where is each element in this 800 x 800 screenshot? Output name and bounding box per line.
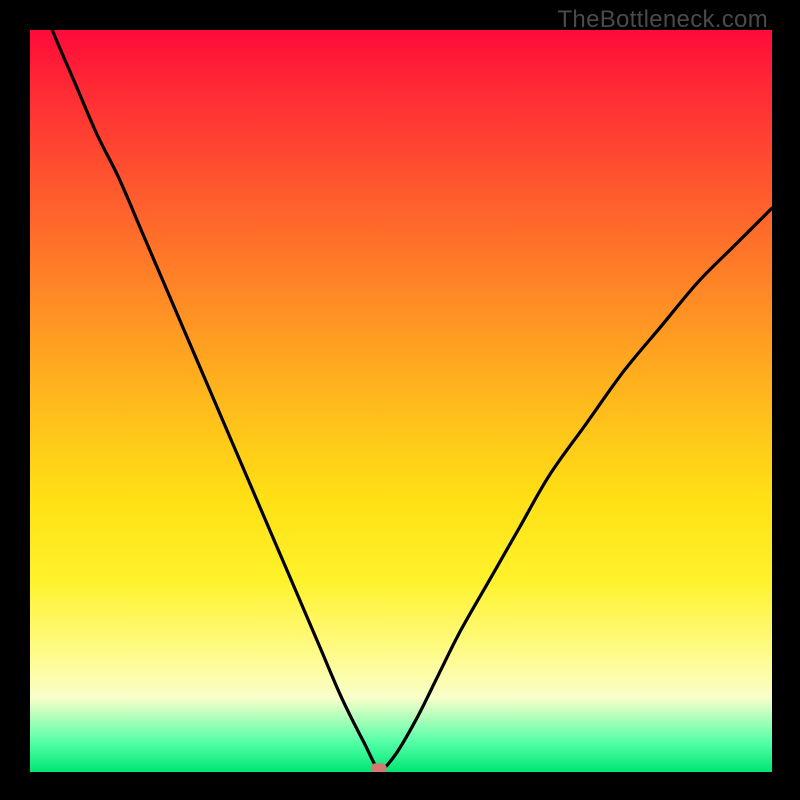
optimal-point-marker <box>371 763 387 772</box>
bottleneck-curve <box>30 30 772 772</box>
curve-line <box>30 30 772 769</box>
bottleneck-chart: TheBottleneck.com <box>0 0 800 800</box>
plot-area <box>30 30 772 772</box>
